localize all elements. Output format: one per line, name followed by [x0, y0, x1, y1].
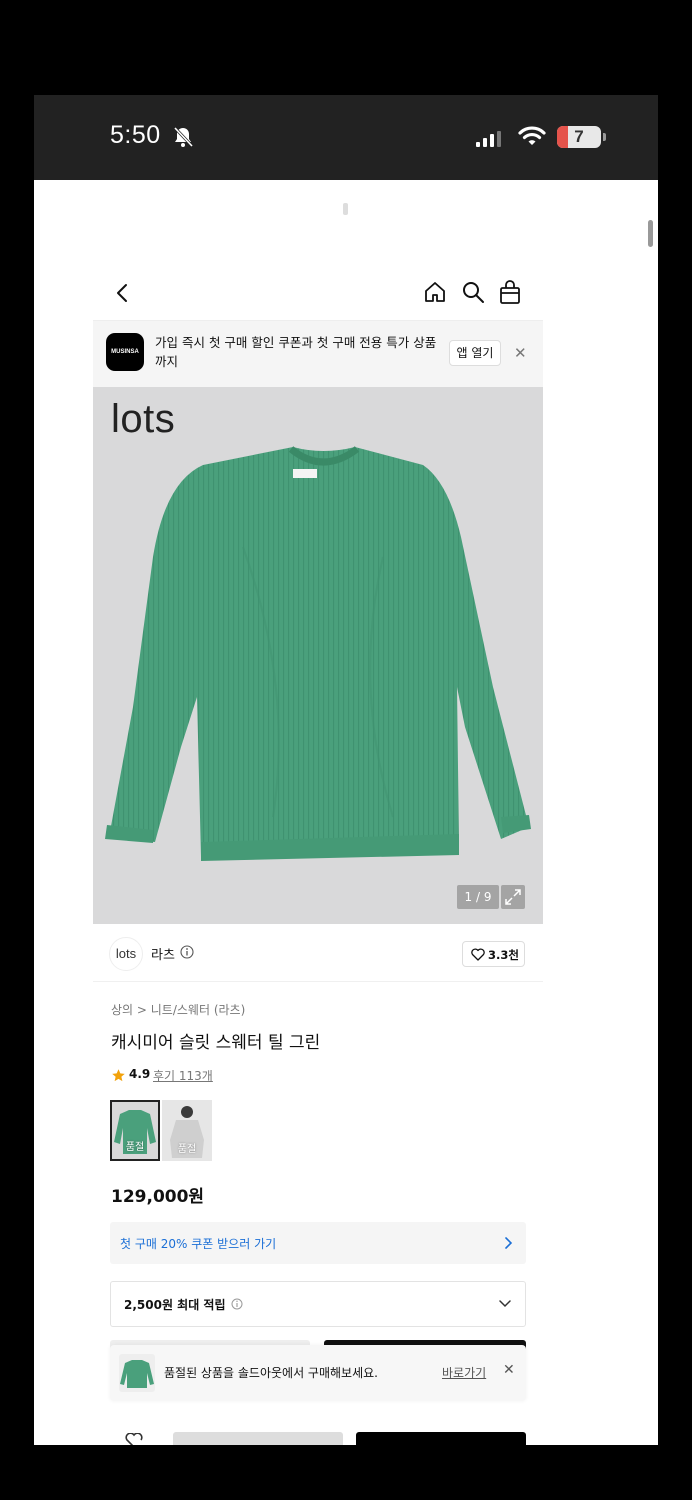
product-price: 129,000원: [111, 1187, 205, 1207]
heart-icon: [471, 948, 485, 961]
points-accordion[interactable]: 2,500원 최대 적립: [110, 1281, 526, 1327]
battery-icon: 7: [557, 126, 601, 148]
toast-product-thumbnail: [119, 1354, 155, 1392]
buy-now-button[interactable]: [356, 1432, 526, 1445]
close-icon[interactable]: ✕: [503, 1362, 515, 1378]
info-icon[interactable]: [180, 945, 194, 959]
brand-row: lots 라츠 3.3천: [93, 924, 543, 982]
rating-value: 4.9: [129, 1067, 151, 1081]
like-button[interactable]: 3.3천: [462, 941, 525, 967]
status-bar: 5:50 7: [34, 95, 658, 180]
chevron-left-icon[interactable]: [111, 281, 135, 305]
star-icon: [112, 1069, 125, 1082]
sweater-photo: [105, 446, 531, 861]
musinsa-logo: MUSINSA: [106, 333, 144, 371]
sold-out-label: 품절: [125, 1142, 145, 1153]
category-breadcrumb[interactable]: 상의 > 니트/스웨터 (라츠): [111, 1001, 245, 1018]
like-count: 3.3천: [488, 948, 519, 962]
toast-go-link[interactable]: 바로가기: [442, 1364, 486, 1381]
coupon-text: 첫 구매 20% 쿠폰 받으러 가기: [120, 1237, 277, 1251]
wifi-icon: [518, 126, 546, 145]
review-count-link[interactable]: 후기 113개: [153, 1067, 213, 1084]
image-brand-mark: lots: [111, 397, 176, 441]
search-icon[interactable]: [461, 280, 485, 304]
bell-off-icon: [173, 126, 194, 148]
top-nav-bar: [93, 265, 543, 321]
browser-top-indicator: [343, 203, 348, 215]
status-time: 5:50: [110, 121, 161, 149]
sweater-thumbnail-icon: [120, 1360, 154, 1388]
color-option-teal[interactable]: 품절: [110, 1100, 160, 1161]
color-option-gray[interactable]: 품절: [162, 1100, 212, 1161]
phone-screen: 5:50 7 MUSINSA 가입 즉시 첫 구매 할인 쿠폰과 첫 구매 전용…: [34, 95, 658, 1445]
product-title: 캐시미어 슬릿 스웨터 틸 그린: [111, 1033, 321, 1053]
battery-tip: [603, 133, 606, 141]
points-text: 2,500원 최대 적립: [124, 1298, 226, 1312]
close-icon[interactable]: ✕: [514, 345, 527, 361]
app-install-banner: MUSINSA 가입 즉시 첫 구매 할인 쿠폰과 첫 구매 전용 특가 상품까…: [93, 321, 543, 387]
info-icon[interactable]: [231, 1298, 243, 1310]
first-purchase-coupon-banner[interactable]: 첫 구매 20% 쿠폰 받으러 가기: [110, 1222, 526, 1264]
toast-message: 품절된 상품을 솔드아웃에서 구매해보세요.: [164, 1366, 378, 1380]
product-image-gallery[interactable]: lots 1 / 9: [93, 387, 543, 924]
home-icon[interactable]: [423, 280, 447, 304]
image-counter: 1 / 9: [457, 885, 499, 909]
scrollbar-thumb[interactable]: [648, 220, 653, 247]
soldout-toast: 품절된 상품을 솔드아웃에서 구매해보세요. 바로가기 ✕: [110, 1345, 526, 1401]
signal-icon: [476, 131, 501, 147]
product-page: MUSINSA 가입 즉시 첫 구매 할인 쿠폰과 첫 구매 전용 특가 상품까…: [93, 265, 543, 1445]
brand-logo[interactable]: lots: [109, 937, 143, 971]
sold-out-label: 품절: [177, 1144, 197, 1155]
chevron-right-icon: [505, 1237, 513, 1249]
app-banner-message: 가입 즉시 첫 구매 할인 쿠폰과 첫 구매 전용 특가 상품까지: [155, 335, 437, 369]
add-to-cart-button[interactable]: [173, 1432, 343, 1445]
brand-name[interactable]: 라츠: [151, 944, 175, 963]
open-app-button[interactable]: 앱 열기: [449, 340, 501, 366]
chevron-down-icon: [499, 1300, 511, 1308]
battery-level-text: 7: [574, 127, 584, 146]
shopping-bag-icon[interactable]: [498, 279, 522, 305]
expand-icon[interactable]: [501, 885, 525, 909]
heart-icon[interactable]: [124, 1433, 144, 1445]
bottom-action-bar: [93, 1429, 543, 1445]
